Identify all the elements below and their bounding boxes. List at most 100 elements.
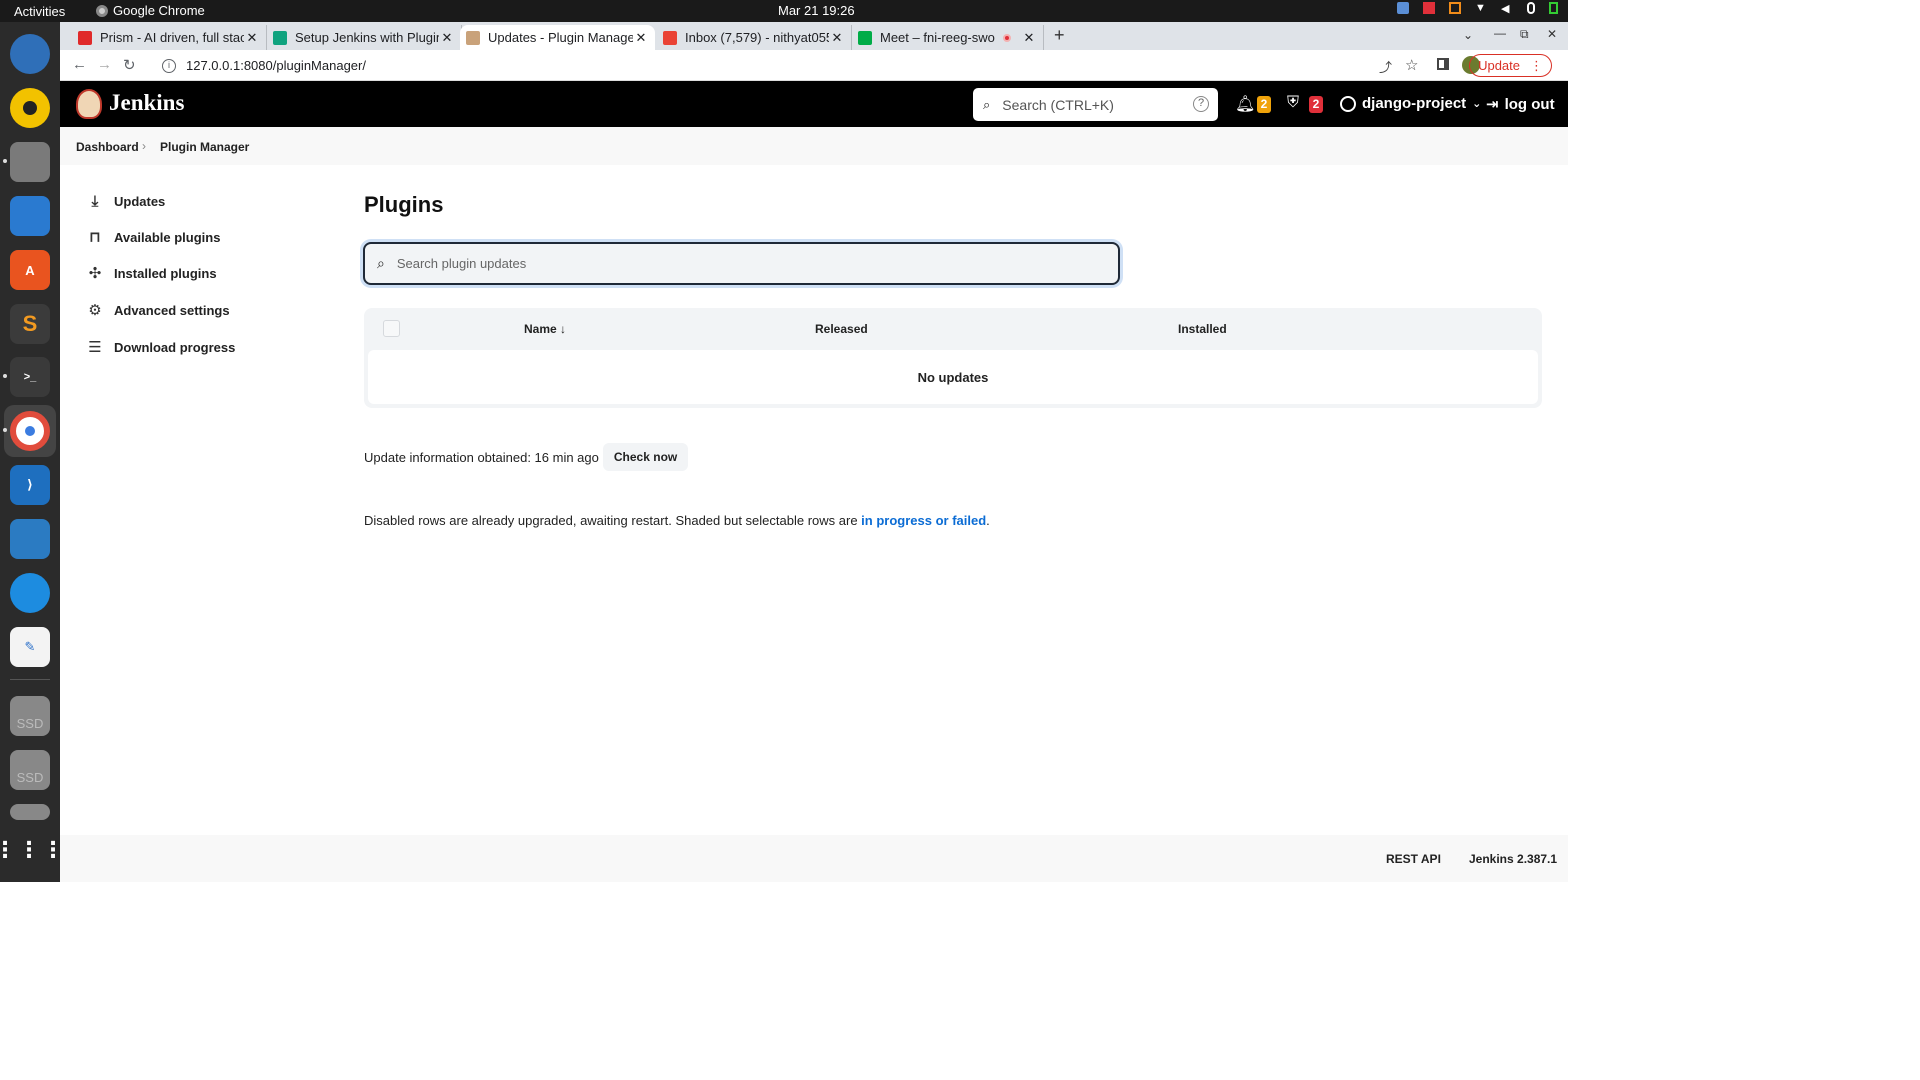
restore-icon[interactable]: ⧉	[1520, 27, 1529, 42]
security-badge[interactable]: 2	[1309, 96, 1323, 113]
prism-favicon	[78, 30, 92, 45]
security-shield-icon[interactable]: ⛨	[1287, 94, 1299, 112]
tab-title: Prism - AI driven, full stack	[100, 30, 244, 45]
tab-search-icon[interactable]: ⌄	[1463, 28, 1473, 42]
plugin-search-input[interactable]: ⌕ Search plugin updates	[363, 242, 1120, 285]
files-icon[interactable]	[10, 142, 50, 182]
jenkins-search-input[interactable]: ⌕ Search (CTRL+K) ?	[973, 88, 1218, 121]
jenkins-version-link[interactable]: Jenkins 2.387.1	[1469, 852, 1557, 866]
site-info-icon[interactable]: i	[162, 58, 176, 73]
in-progress-link[interactable]: in progress or failed	[861, 513, 986, 528]
minimize-icon[interactable]: —	[1494, 26, 1506, 40]
sidebar-item-installed-plugins[interactable]: ✣ Installed plugins	[86, 262, 306, 284]
back-icon[interactable]: ←	[72, 56, 87, 73]
forward-icon[interactable]: →	[97, 56, 112, 73]
activities-button[interactable]: Activities	[14, 4, 65, 19]
text-editor-icon[interactable]: ✎	[10, 627, 50, 667]
new-tab-button[interactable]: +	[1054, 25, 1065, 46]
jenkins-favicon	[466, 30, 480, 45]
breadcrumb: Dashboard › Plugin Manager	[60, 127, 1568, 165]
chevron-down-icon: ⌄	[1472, 98, 1482, 110]
bookmark-star-icon[interactable]: ☆	[1405, 56, 1418, 74]
running-indicator	[3, 159, 7, 163]
browser-tab[interactable]: Setup Jenkins with Plugin ✕	[267, 25, 462, 50]
reload-icon[interactable]: ↻	[123, 56, 136, 74]
close-window-icon[interactable]: ✕	[1547, 27, 1557, 41]
side-panel-icon[interactable]	[1437, 58, 1449, 70]
browser-tab-active[interactable]: Updates - Plugin Manager ✕	[460, 25, 655, 50]
system-tray[interactable]: ▼ ◀	[1397, 2, 1558, 15]
sidebar-item-available-plugins[interactable]: ⊓ Available plugins	[86, 226, 306, 248]
search-icon: ⌕	[983, 96, 991, 112]
drive-icon[interactable]	[10, 804, 50, 820]
breadcrumb-plugin-manager[interactable]: Plugin Manager	[160, 140, 249, 154]
anydesk-icon	[1423, 2, 1435, 14]
sidebar-item-download-progress[interactable]: ☰ Download progress	[86, 336, 306, 358]
show-apps-icon[interactable]: ⋮⋮⋮	[0, 830, 64, 870]
close-icon[interactable]: ✕	[1021, 30, 1037, 46]
notifications-badge[interactable]: 2	[1257, 96, 1271, 113]
sublime-text-icon[interactable]: S	[10, 304, 50, 344]
tab-title: Meet – fni-reeg-swo	[880, 30, 995, 45]
browser-tab[interactable]: Meet – fni-reeg-swo ✕	[852, 25, 1044, 50]
update-label: Update	[1478, 58, 1520, 73]
sidebar-item-label: Installed plugins	[114, 265, 217, 281]
search-placeholder: Search (CTRL+K)	[1002, 96, 1114, 113]
meet-favicon	[858, 30, 872, 45]
jenkins-header: Jenkins ⌕ Search (CTRL+K) ? 🔔︎ 2 ⛨ 2 dja…	[60, 81, 1568, 127]
chrome-icon	[96, 4, 108, 17]
close-icon[interactable]: ✕	[633, 30, 649, 46]
share-icon[interactable]: ⤴	[1379, 57, 1392, 76]
column-header-installed[interactable]: Installed	[1178, 322, 1227, 336]
terminal-icon[interactable]: >_	[10, 357, 50, 397]
sidebar-item-updates[interactable]: ⤓ Updates	[86, 190, 306, 212]
browser-tab[interactable]: Prism - AI driven, full stack ✕	[72, 25, 267, 50]
jenkins-logo-icon[interactable]	[76, 89, 102, 119]
thunderbird-icon[interactable]	[10, 34, 50, 74]
close-icon[interactable]: ✕	[439, 30, 455, 46]
docker-icon[interactable]	[10, 573, 50, 613]
chevron-right-icon: ›	[142, 139, 146, 153]
rest-api-link[interactable]: REST API	[1386, 852, 1441, 866]
battery-icon	[1549, 2, 1558, 14]
note-text: Disabled rows are already upgraded, awai…	[364, 513, 862, 528]
writer-icon[interactable]	[10, 196, 50, 236]
page-title: Plugins	[364, 192, 444, 217]
ssd-drive-icon[interactable]: SSD	[10, 696, 50, 736]
tab-title: Updates - Plugin Manager	[488, 30, 633, 45]
microphone-icon	[1527, 2, 1535, 14]
search-icon: ⌕	[377, 255, 385, 271]
app-menu[interactable]: Google Chrome	[96, 3, 205, 18]
close-icon[interactable]: ✕	[829, 30, 845, 46]
column-header-name[interactable]: Name ↓	[524, 322, 566, 336]
jenkins-brand[interactable]: Jenkins	[109, 90, 184, 116]
software-center-icon[interactable]: A	[10, 250, 50, 290]
browser-tab[interactable]: Inbox (7,579) - nithyat055 ✕	[657, 25, 852, 50]
user-menu[interactable]: django-project ⌄	[1340, 95, 1481, 112]
logout-link[interactable]: ⇥ log out	[1486, 95, 1555, 114]
close-icon[interactable]: ✕	[244, 30, 260, 46]
chrome-icon[interactable]	[10, 411, 50, 451]
clock[interactable]: Mar 21 19:26	[778, 3, 855, 18]
username: django-project	[1362, 95, 1467, 112]
ssd-drive-icon[interactable]: SSD	[10, 750, 50, 790]
screenshot-icon[interactable]	[10, 519, 50, 559]
logout-icon: ⇥	[1486, 96, 1499, 113]
update-info-row: Update information obtained: 16 min ago …	[364, 443, 689, 471]
breadcrumb-dashboard[interactable]: Dashboard	[76, 140, 139, 154]
wifi-icon: ▼	[1475, 2, 1486, 14]
check-now-button[interactable]: Check now	[602, 443, 689, 471]
column-header-released[interactable]: Released	[815, 322, 868, 336]
sidebar-item-label: Updates	[114, 193, 166, 209]
gear-icon: ⚙	[88, 302, 102, 319]
url-field[interactable]: i 127.0.0.1:8080/pluginManager/	[148, 53, 1348, 78]
bell-icon[interactable]: 🔔︎	[1235, 94, 1255, 114]
plugin-search-placeholder: Search plugin updates	[396, 256, 527, 271]
sidebar-item-advanced-settings[interactable]: ⚙ Advanced settings	[86, 299, 306, 321]
rhythmbox-icon[interactable]	[10, 88, 50, 128]
dock-separator	[10, 679, 50, 680]
chrome-update-button[interactable]: Update ⋮	[1469, 54, 1552, 77]
select-all-checkbox[interactable]	[383, 320, 400, 337]
vscode-icon[interactable]: ⟩	[10, 465, 50, 505]
help-icon[interactable]: ?	[1193, 96, 1209, 112]
